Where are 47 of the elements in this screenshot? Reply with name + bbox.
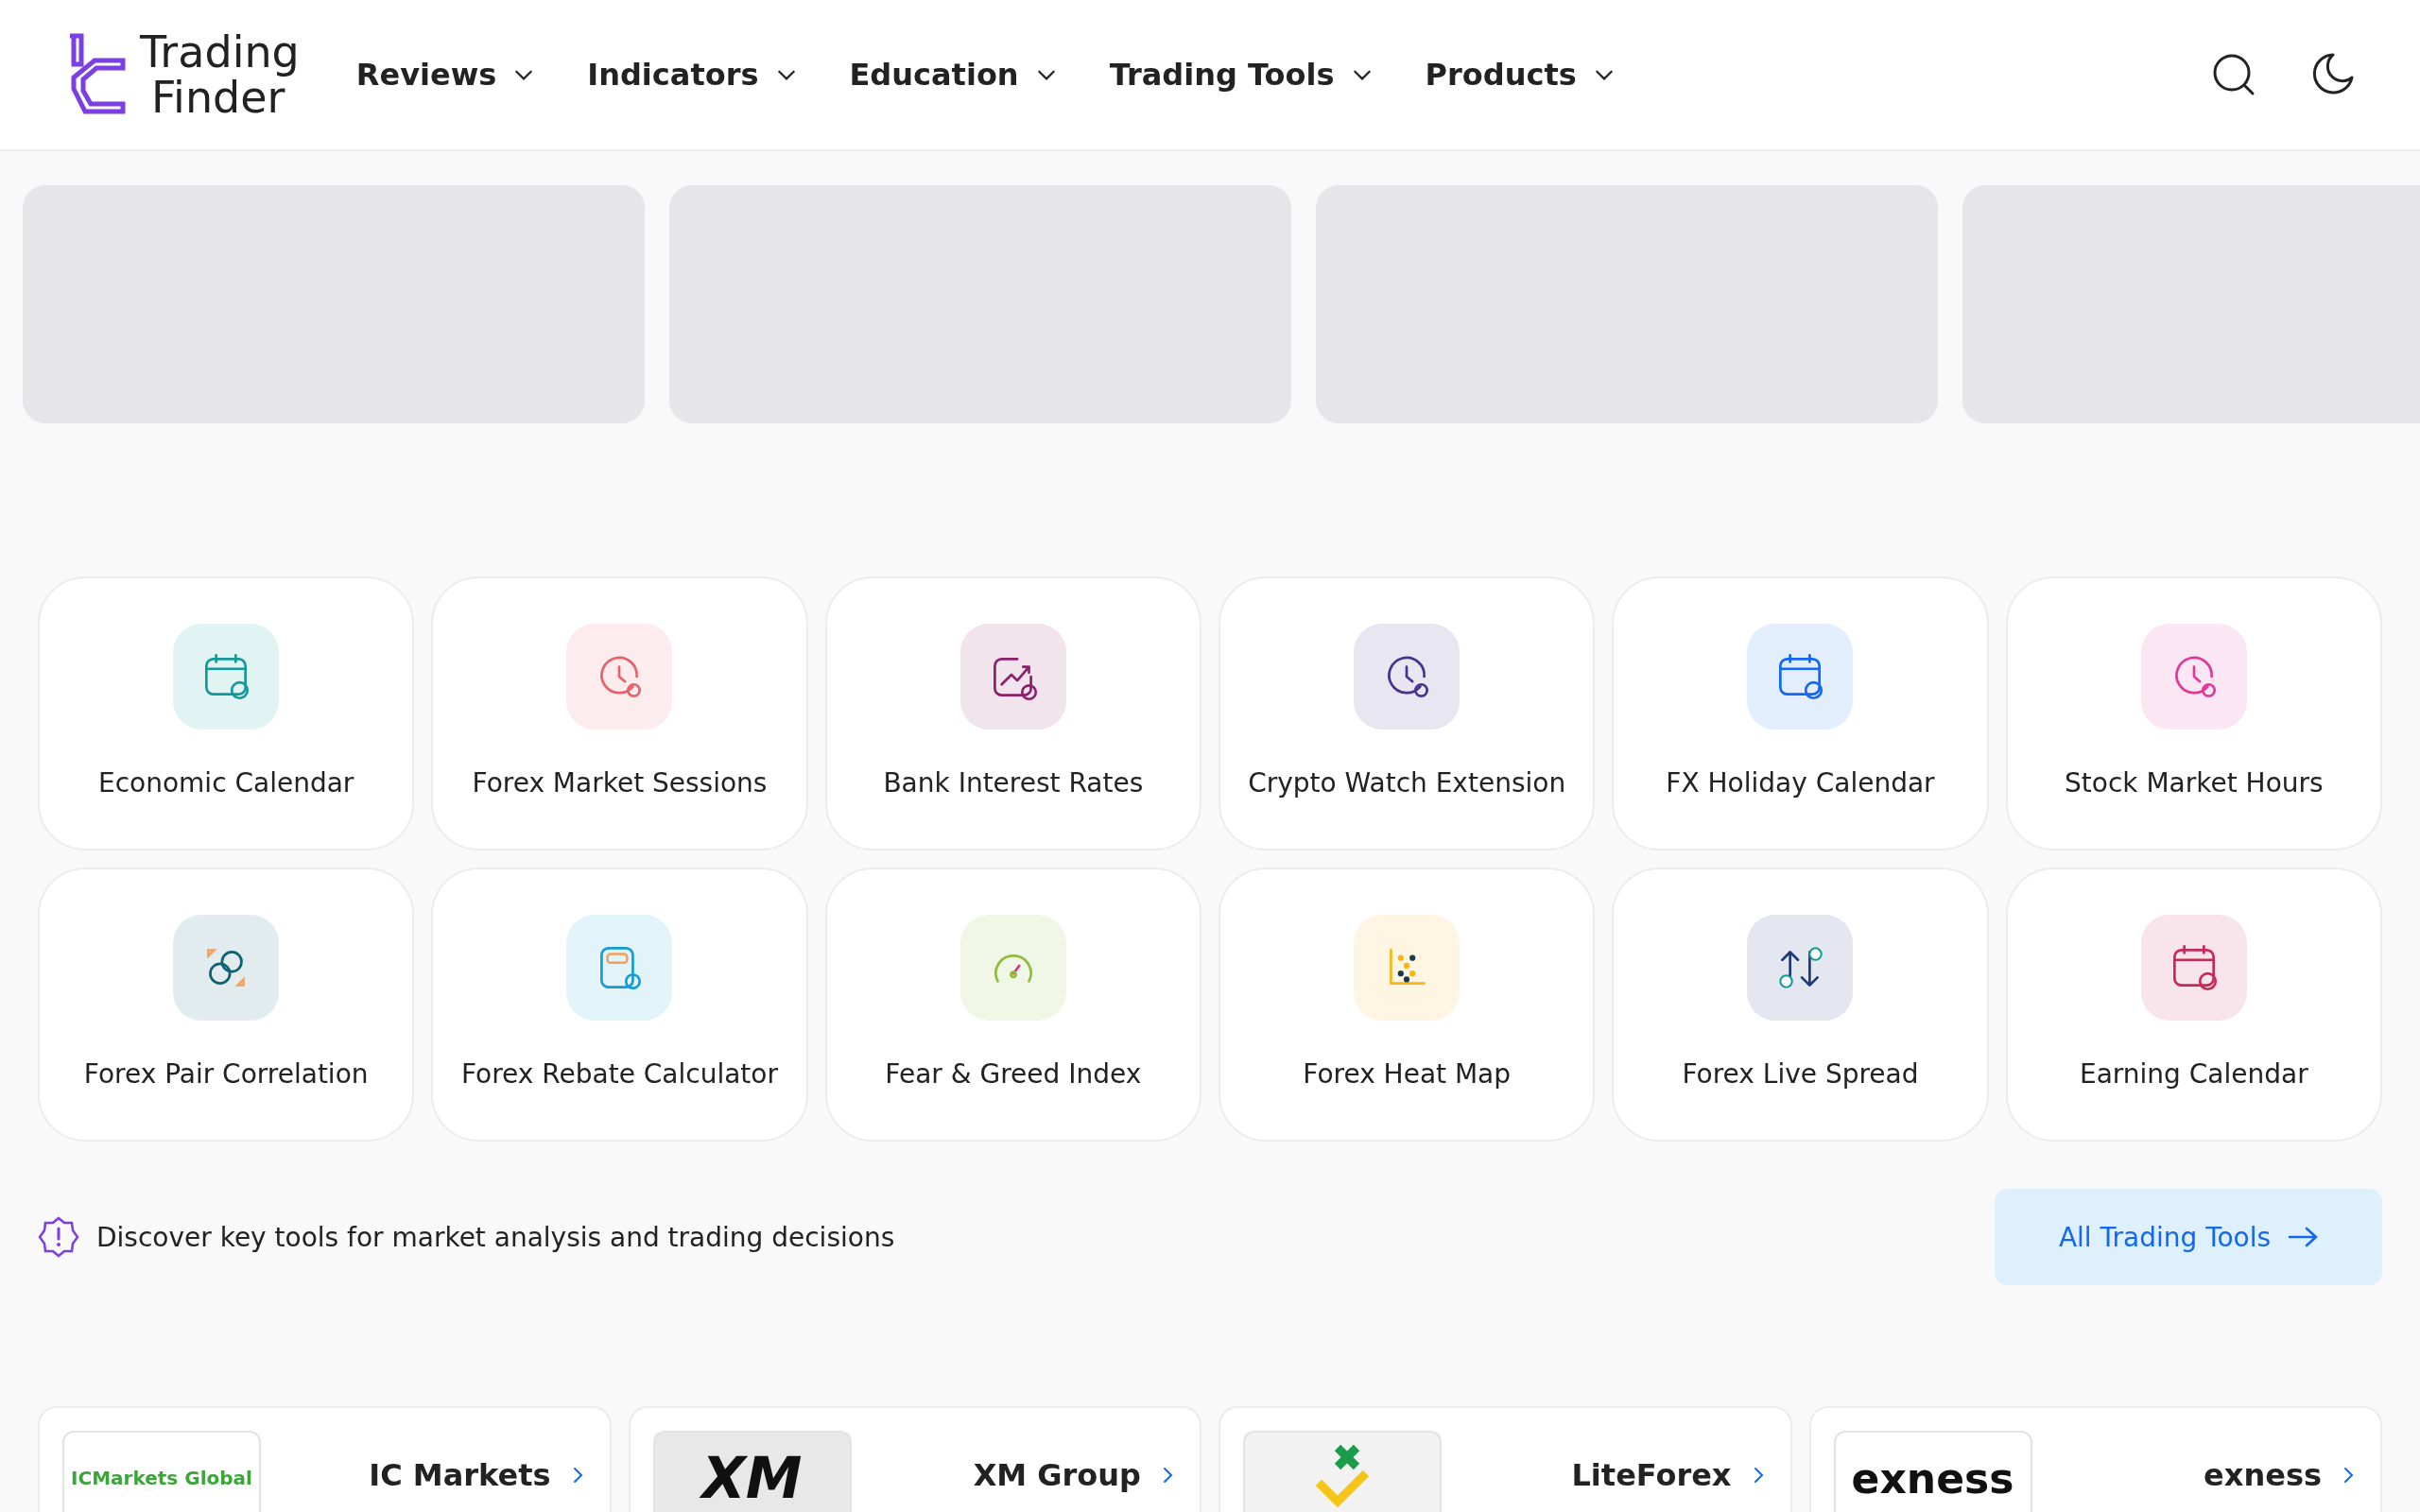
tool-label: Forex Rebate Calculator xyxy=(461,1058,778,1090)
moon-icon[interactable] xyxy=(2312,53,2354,94)
nav-link[interactable]: Trading Tools xyxy=(1109,57,1373,93)
tool-card[interactable]: Stock Market Hours xyxy=(2005,576,2382,850)
info-text: Discover key tools for market analysis and trading decisions xyxy=(96,1221,895,1253)
tool-label: Forex Live Spread xyxy=(1682,1058,1919,1090)
tool-card[interactable]: Forex Pair Correlation xyxy=(38,868,415,1142)
tool-card[interactable]: Forex Market Sessions xyxy=(431,576,808,850)
tool-label: Bank Interest Rates xyxy=(883,767,1144,799)
tool-label: Forex Heat Map xyxy=(1303,1058,1512,1090)
logo-text: Trading xyxy=(140,29,300,75)
broker-link[interactable]: LiteForex xyxy=(1571,1457,1768,1493)
tool-card[interactable]: Earning Calendar xyxy=(2005,868,2382,1142)
tool-card[interactable]: Forex Rebate Calculator xyxy=(431,868,808,1142)
nav-link[interactable]: Education xyxy=(849,57,1057,93)
tool-card[interactable]: Bank Interest Rates xyxy=(824,576,1201,850)
tool-card[interactable]: Fear & Greed Index xyxy=(824,868,1201,1142)
broker-card[interactable]: XM XM Group xyxy=(628,1406,1201,1512)
arrow-right-icon xyxy=(2288,1226,2319,1248)
nav-link[interactable]: Reviews xyxy=(355,57,535,93)
search-icon[interactable] xyxy=(2212,53,2256,96)
broker-logo: ICMarkets Global xyxy=(62,1431,261,1512)
all-trading-tools-button[interactable]: All Trading Tools xyxy=(1995,1189,2382,1285)
broker-link[interactable]: IC Markets xyxy=(369,1457,587,1493)
nav-link[interactable]: Products xyxy=(1425,57,1615,93)
alert-icon xyxy=(38,1216,79,1258)
broker-link[interactable]: exness xyxy=(2204,1457,2358,1493)
broker-logo: XM xyxy=(652,1431,852,1512)
tool-label: Earning Calendar xyxy=(2079,1058,2308,1090)
tool-card[interactable]: Economic Calendar xyxy=(38,576,415,850)
tool-label: Fear & Greed Index xyxy=(885,1058,1142,1090)
broker-link[interactable]: XM Group xyxy=(973,1457,1177,1493)
tool-card[interactable]: Forex Live Spread xyxy=(1612,868,1989,1142)
broker-card[interactable]: exness exness xyxy=(1808,1406,2382,1512)
tool-label: Crypto Watch Extension xyxy=(1248,767,1566,799)
nav-link[interactable]: Indicators xyxy=(587,57,797,93)
tool-label: Forex Market Sessions xyxy=(472,767,768,799)
tool-label: Economic Calendar xyxy=(98,767,354,799)
tool-label: Stock Market Hours xyxy=(2065,767,2324,799)
broker-card[interactable]: LiteForex xyxy=(1219,1406,1792,1512)
tool-label: FX Holiday Calendar xyxy=(1666,767,1935,799)
tool-label: Forex Pair Correlation xyxy=(83,1058,369,1090)
broker-card[interactable]: ICMarkets Global IC Markets xyxy=(38,1406,612,1512)
tool-card[interactable]: FX Holiday Calendar xyxy=(1612,576,1989,850)
tool-card[interactable]: Forex Heat Map xyxy=(1219,868,1596,1142)
tool-card[interactable]: Crypto Watch Extension xyxy=(1219,576,1596,850)
broker-logo: exness xyxy=(1833,1431,2032,1512)
